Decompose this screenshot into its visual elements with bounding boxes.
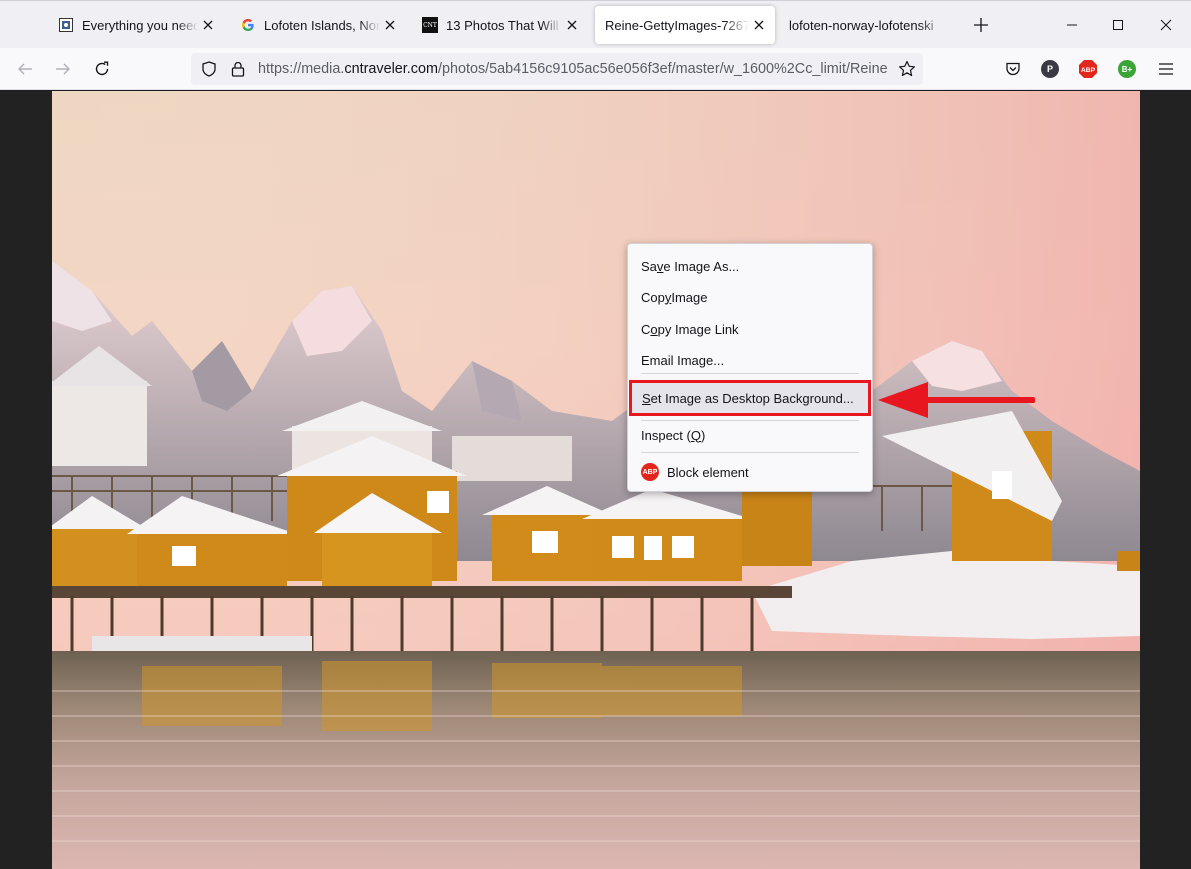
minimize-button[interactable] (1049, 1, 1095, 49)
menu-separator (641, 373, 859, 374)
maximize-icon (1113, 20, 1123, 30)
tab-strip: Everything you need to Lofoten Islands, … (0, 0, 1191, 48)
bookmark-star-icon[interactable] (897, 59, 917, 79)
url-host: cntraveler.com (344, 61, 438, 77)
close-tab-icon[interactable] (200, 17, 216, 33)
menu-item-copy-image-link[interactable]: Co py Image Link (628, 317, 872, 341)
page-favicon-icon (58, 17, 74, 33)
abp-icon: ABP (641, 463, 659, 481)
navigation-toolbar: https://media.cntraveler.com/photos/5ab4… (0, 48, 1191, 90)
menu-separator (641, 420, 859, 421)
bplus-extension-icon[interactable]: B+ (1117, 59, 1137, 79)
forward-button[interactable] (49, 55, 77, 83)
page-content: Sa v e Image As... Cop y Image Co py Image L… (0, 91, 1191, 869)
tab-title: Lofoten Islands, Norway (264, 17, 380, 33)
tracking-protection-shield-icon[interactable] (200, 60, 218, 78)
arrow-left-icon (18, 63, 32, 75)
tab-reine-image[interactable]: Reine-GettyImages-72678 (595, 6, 775, 44)
google-g-icon (240, 17, 256, 33)
reload-icon (95, 61, 109, 76)
arrow-right-icon (56, 63, 70, 75)
tab-lofoten-islands[interactable]: Lofoten Islands, Norway (230, 6, 406, 44)
tab-title: lofoten-norway-lofotenski (789, 17, 934, 33)
new-tab-button[interactable] (970, 14, 992, 36)
menu-item-copy-image[interactable]: Cop y Image (628, 285, 872, 309)
tab-title: 13 Photos That Will Ma (446, 17, 562, 33)
menu-item-set-desktop-background[interactable]: Set Image as Desktop Background... (629, 380, 871, 416)
close-window-button[interactable] (1143, 1, 1189, 49)
lock-icon[interactable] (230, 60, 246, 78)
tab-lofoten-norway[interactable]: lofoten-norway-lofotenski (779, 6, 955, 44)
context-menu: Sa v e Image As... Cop y Image Co py Image L… (627, 243, 873, 492)
close-tab-icon[interactable] (751, 17, 767, 33)
p-extension-icon[interactable]: P (1040, 59, 1060, 79)
lofoten-photo[interactable] (52, 91, 1140, 869)
plus-icon (974, 18, 988, 32)
minimize-icon (1067, 24, 1077, 26)
menu-item-block-element[interactable]: ABP Block element (628, 460, 872, 484)
abp-toolbar-label: ABP (1081, 67, 1096, 74)
maximize-button[interactable] (1095, 1, 1141, 49)
menu-item-inspect[interactable]: Inspect (Q) (628, 423, 872, 447)
url-text[interactable]: https://media.cntraveler.com/photos/5ab4… (258, 61, 890, 77)
tab-title: Reine-GettyImages-72678 (605, 17, 749, 33)
back-button[interactable] (11, 55, 39, 83)
menu-item-save-image-as[interactable]: Sa v e Image As... (628, 254, 872, 278)
close-icon (1160, 19, 1172, 31)
pocket-icon[interactable] (1003, 59, 1023, 79)
hamburger-menu-icon[interactable] (1156, 59, 1176, 79)
url-path: /photos/5ab4156c9105ac56e056f3ef/master/… (437, 61, 888, 77)
reload-button[interactable] (88, 55, 116, 83)
close-tab-icon[interactable] (382, 17, 398, 33)
url-bar[interactable]: https://media.cntraveler.com/photos/5ab4… (191, 53, 923, 85)
annotation-arrow-icon (878, 382, 1035, 418)
tab-everything-you-need[interactable]: Everything you need to (48, 6, 224, 44)
cnt-logo-icon: CNT (422, 17, 438, 33)
adblock-plus-icon[interactable]: ABP (1078, 59, 1098, 79)
menu-separator (641, 452, 859, 453)
close-tab-icon[interactable] (564, 17, 580, 33)
url-prefix: https://media. (258, 61, 345, 77)
menu-item-email-image[interactable]: Email Image... (628, 348, 872, 372)
tab-title: Everything you need to (82, 17, 198, 33)
tab-13-photos[interactable]: CNT 13 Photos That Will Ma (412, 6, 588, 44)
